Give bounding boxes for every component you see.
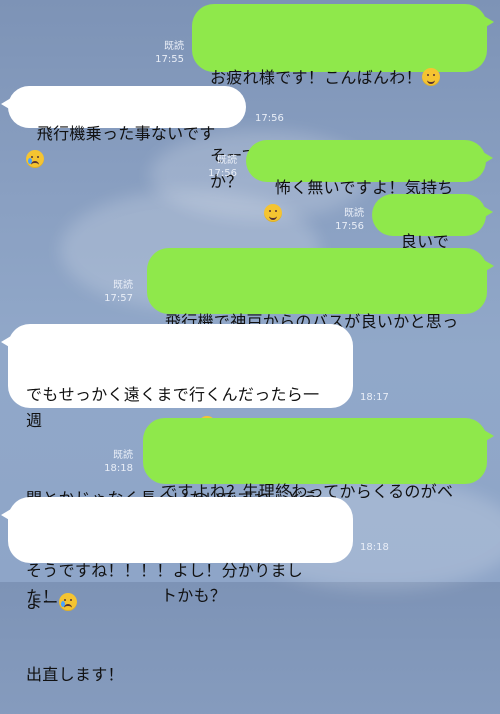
hugging-face-icon [421, 68, 440, 86]
read-receipt: 既読 17:56 [193, 154, 237, 180]
message-bubble-outgoing[interactable]: ですよね？生理終わってからくるのがベス トかも？ [143, 418, 494, 605]
message-bubble-incoming[interactable]: でもせっかく遠くまで行くんだったら一週 間とかじゃなく長くいたいですね、どうし … [1, 324, 353, 612]
read-label: 既読 [344, 208, 364, 219]
message-time: 18:17 [360, 392, 389, 403]
smiling-face-icon [264, 204, 282, 222]
read-receipt: 既読 17:55 [140, 40, 184, 66]
read-label: 既読 [217, 155, 237, 166]
message-time: 17:56 [255, 113, 284, 124]
message-time: 18:18 [360, 542, 389, 553]
message-line: お疲れ様です！こんばんわ！ [210, 65, 469, 91]
message-bubble-incoming[interactable]: そうですね！！！！よし！分かりました！ 出直します！ [1, 497, 353, 684]
message-time: 17:57 [104, 293, 133, 304]
message-bubble-outgoing[interactable]: 良いです！ [372, 194, 493, 277]
read-label: 既読 [113, 280, 133, 291]
read-receipt: 既読 17:56 [320, 207, 364, 233]
message-line: 出直します！ [26, 665, 124, 684]
message-text: お疲れ様です！こんばんわ！ [210, 68, 422, 87]
crying-face-icon [26, 150, 44, 168]
message-text: 飛行機乗った事ないです [36, 124, 216, 143]
message-time: 17:55 [155, 54, 184, 65]
message-time: 17:56 [335, 221, 364, 232]
read-label: 既読 [113, 450, 133, 461]
message-bubble-outgoing[interactable]: 怖く無いですよ！気持ち [246, 140, 493, 222]
read-receipt: 既読 18:18 [89, 449, 133, 475]
message-bubble-outgoing[interactable]: 飛行機で神戸からのバスが良いかと思って ます [147, 248, 494, 435]
message-time: 17:56 [208, 168, 237, 179]
read-receipt: 既読 17:57 [89, 279, 133, 305]
read-label: 既読 [164, 41, 184, 52]
message-time: 18:18 [104, 463, 133, 474]
message-bubble-outgoing[interactable]: お疲れ様です！こんばんわ！ そーですよね！飛行機怖いですか？ [192, 4, 494, 191]
message-line: そうですね！！！！よし！分かりました！ [26, 561, 304, 606]
message-bubble-incoming[interactable]: 飛行機乗った事ないです [1, 86, 246, 168]
